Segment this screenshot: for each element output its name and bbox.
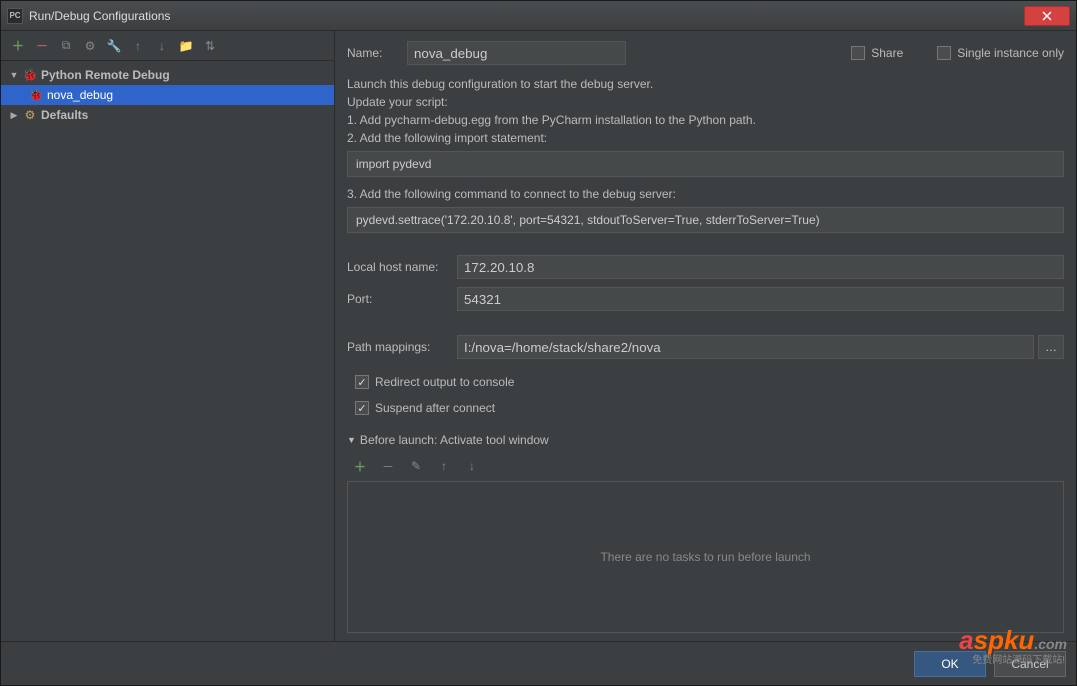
titlebar: PC Run/Debug Configurations (1, 1, 1076, 31)
sort-icon[interactable]: ⇅ (201, 37, 219, 55)
instruction-text: 2. Add the following import statement: (347, 131, 1064, 145)
folder-icon[interactable]: 📁 (177, 37, 195, 55)
up-icon[interactable]: ↑ (435, 457, 453, 475)
name-label: Name: (347, 46, 397, 60)
dialog-body: ＋ － ⧉ ⚙ 🔧 ↑ ↓ 📁 ⇅ ▼ 🐞 Python Remote Debu… (1, 31, 1076, 641)
tree-label: nova_debug (47, 88, 113, 102)
instruction-text: Update your script: (347, 95, 1064, 109)
close-button[interactable] (1024, 6, 1070, 26)
before-launch-toolbar: ＋ － ✎ ↑ ↓ (347, 453, 1064, 481)
dialog-window: PC Run/Debug Configurations ＋ － ⧉ ⚙ 🔧 ↑ … (0, 0, 1077, 686)
chevron-down-icon: ▼ (9, 70, 19, 80)
instruction-text: Launch this debug configuration to start… (347, 77, 1064, 91)
wrench-icon[interactable]: 🔧 (105, 37, 123, 55)
edit-icon[interactable]: ✎ (407, 457, 425, 475)
instruction-text: 3. Add the following command to connect … (347, 187, 1064, 201)
dialog-footer: OK Cancel (1, 641, 1076, 685)
mappings-input[interactable] (457, 335, 1034, 359)
single-instance-checkbox[interactable]: Single instance only (937, 46, 1064, 60)
left-panel: ＋ － ⧉ ⚙ 🔧 ↑ ↓ 📁 ⇅ ▼ 🐞 Python Remote Debu… (1, 31, 335, 641)
tree-label: Defaults (41, 108, 88, 122)
redirect-checkbox[interactable]: Redirect output to console (355, 375, 1064, 389)
down-icon[interactable]: ↓ (463, 457, 481, 475)
checkbox-icon (851, 46, 865, 60)
copy-icon[interactable]: ⧉ (57, 37, 75, 55)
checkbox-icon (937, 46, 951, 60)
chevron-right-icon: ▶ (9, 110, 19, 120)
bug-icon: 🐞 (23, 68, 37, 82)
chevron-down-icon: ▼ (347, 435, 356, 445)
localhost-input[interactable] (457, 255, 1064, 279)
share-checkbox[interactable]: Share (851, 46, 903, 60)
gear-icon: ⚙ (23, 108, 37, 122)
remove-icon[interactable]: － (379, 457, 397, 475)
tree-label: Python Remote Debug (41, 68, 170, 82)
single-instance-label: Single instance only (957, 46, 1064, 60)
watermark-subtitle: 免费网站源码下载站! (972, 651, 1065, 666)
port-label: Port: (347, 292, 457, 306)
pycharm-icon: PC (7, 8, 23, 24)
bug-icon: 🐞 (29, 88, 43, 102)
tasks-empty-box: There are no tasks to run before launch (347, 481, 1064, 633)
settings-icon[interactable]: ⚙ (81, 37, 99, 55)
share-label: Share (871, 46, 903, 60)
config-toolbar: ＋ － ⧉ ⚙ 🔧 ↑ ↓ 📁 ⇅ (1, 31, 334, 61)
name-input[interactable] (407, 41, 626, 65)
before-launch-label: Before launch: Activate tool window (360, 433, 549, 447)
add-icon[interactable]: ＋ (9, 37, 27, 55)
suspend-checkbox[interactable]: Suspend after connect (355, 401, 1064, 415)
tree-node-nova-debug[interactable]: 🐞 nova_debug (1, 85, 334, 105)
before-launch-header[interactable]: ▼ Before launch: Activate tool window (347, 433, 1064, 447)
mappings-browse-button[interactable]: … (1038, 335, 1064, 359)
localhost-label: Local host name: (347, 260, 457, 274)
port-input[interactable] (457, 287, 1064, 311)
mappings-label: Path mappings: (347, 340, 457, 354)
config-form: Name: Share Single instance only Launch … (335, 31, 1076, 641)
instruction-text: 1. Add pycharm-debug.egg from the PyChar… (347, 113, 1064, 127)
no-tasks-text: There are no tasks to run before launch (600, 550, 810, 564)
suspend-label: Suspend after connect (375, 401, 495, 415)
code-box-settrace: pydevd.settrace('172.20.10.8', port=5432… (347, 207, 1064, 233)
tree-node-python-remote[interactable]: ▼ 🐞 Python Remote Debug (1, 65, 334, 85)
remove-icon[interactable]: － (33, 37, 51, 55)
down-icon[interactable]: ↓ (153, 37, 171, 55)
redirect-label: Redirect output to console (375, 375, 514, 389)
checkbox-icon (355, 401, 369, 415)
window-title: Run/Debug Configurations (29, 9, 1024, 23)
tree-node-defaults[interactable]: ▶ ⚙ Defaults (1, 105, 334, 125)
add-icon[interactable]: ＋ (351, 457, 369, 475)
up-icon[interactable]: ↑ (129, 37, 147, 55)
config-tree: ▼ 🐞 Python Remote Debug 🐞 nova_debug ▶ ⚙… (1, 61, 334, 641)
checkbox-icon (355, 375, 369, 389)
code-box-import: import pydevd (347, 151, 1064, 177)
